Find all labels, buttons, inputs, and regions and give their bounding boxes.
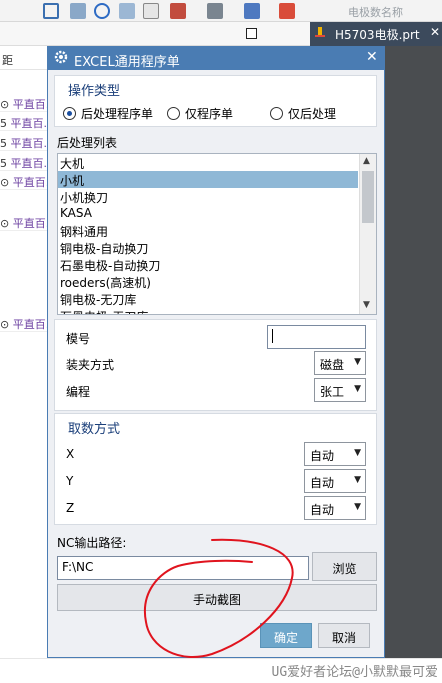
group-title: 操作类型	[68, 84, 121, 99]
clamp-label: 装夹方式	[66, 358, 115, 372]
list-item[interactable]: 铜电极-无刀库	[58, 290, 358, 307]
cube-icon[interactable]	[244, 3, 260, 19]
ok-button[interactable]: 确定	[260, 623, 312, 648]
mold-number-input[interactable]	[267, 325, 366, 349]
list-item[interactable]: ⊙ 平直百.	[0, 171, 48, 190]
select-icon[interactable]	[70, 3, 86, 19]
radio-empty-icon	[270, 106, 283, 120]
list-item[interactable]: 石墨电极-无刀库	[58, 307, 358, 314]
radio-label: 仅程序单	[185, 106, 234, 121]
list-item[interactable]: 5 平直百.	[0, 152, 48, 171]
radio-post-only[interactable]: 仅后处理	[270, 105, 336, 121]
scroll-down-icon[interactable]: ▼	[363, 300, 370, 310]
mold-label: 模号	[66, 332, 91, 346]
excel-program-dialog: EXCEL通用程序单 ✕ 操作类型 后处理程序单 仅程序单 仅后处理 后处理列表…	[47, 46, 385, 658]
radio-program-only[interactable]: 仅程序单	[167, 105, 233, 121]
chevron-down-icon: ▼	[354, 475, 361, 485]
toolbar-label: 电极数名称	[348, 6, 403, 19]
axis-x-label: X	[66, 447, 75, 461]
axis-x-select[interactable]: 自动 ▼	[304, 442, 366, 466]
axis-y-select[interactable]: 自动 ▼	[304, 469, 366, 493]
watermark: UG爱好者论坛@小默默最可爱	[271, 665, 438, 680]
brush-icon[interactable]	[119, 3, 135, 19]
copy-icon[interactable]	[143, 3, 159, 19]
browse-button[interactable]: 浏览	[312, 552, 377, 581]
list-item[interactable]: KASA	[58, 205, 358, 222]
axis-y-label: Y	[66, 474, 74, 488]
pin-icon	[315, 27, 325, 37]
dialog-title: EXCEL通用程序单	[74, 55, 180, 70]
square-icon[interactable]	[246, 28, 257, 39]
operation-list: 距 ⊙ 平直百. 5 平直百. 5 平直百. 5 平直百. ⊙ 平直百. ⊙ 平…	[0, 46, 48, 658]
programmer-select[interactable]: 张工 ▼	[314, 378, 366, 402]
programmer-label: 编程	[66, 385, 91, 399]
chevron-down-icon: ▼	[354, 357, 361, 367]
list-item[interactable]: 小机换刀	[58, 188, 358, 205]
operation-type-group: 操作类型 后处理程序单 仅程序单 仅后处理	[54, 75, 377, 127]
close-icon[interactable]: ✕	[366, 49, 378, 65]
nc-output-label: NC输出路径:	[57, 536, 127, 550]
clamp-select[interactable]: 磁盘 ▼	[314, 351, 366, 375]
radio-empty-icon	[167, 106, 180, 120]
chevron-down-icon: ▼	[354, 448, 361, 458]
axis-z-select[interactable]: 自动 ▼	[304, 496, 366, 520]
list-item[interactable]: ⊙ 平直百.	[0, 212, 48, 231]
nc-path-input[interactable]: F:\NC	[57, 556, 309, 580]
list-item[interactable]: ⊙ 平直百.	[0, 93, 48, 112]
chevron-down-icon: ▼	[354, 384, 361, 394]
grid-icon[interactable]	[170, 3, 186, 19]
list-item[interactable]: 大机	[58, 154, 358, 171]
gear-icon	[54, 50, 68, 64]
scroll-up-icon[interactable]: ▲	[363, 156, 370, 166]
radio-selected-icon	[63, 106, 76, 120]
radio-label: 后处理程序单	[81, 106, 154, 121]
tab-title: H5703电极.prt	[335, 28, 420, 42]
dialog-title-bar[interactable]: EXCEL通用程序单 ✕	[48, 47, 384, 70]
radio-post-program[interactable]: 后处理程序单	[63, 105, 153, 121]
document-tab[interactable]: H5703电极.prt ✕	[310, 22, 442, 46]
scroll-thumb[interactable]	[362, 171, 374, 223]
axis-z-label: Z	[66, 501, 75, 515]
list-item-selected[interactable]: 小机	[58, 171, 358, 188]
graphics-window[interactable]	[384, 46, 442, 658]
post-processor-list[interactable]: 大机 小机 小机换刀 KASA 钢料通用 铜电极-自动换刀 石墨电极-自动换刀 …	[57, 153, 377, 315]
radio-label: 仅后处理	[288, 106, 337, 121]
list-scrollbar[interactable]: ▲ ▼	[359, 154, 376, 314]
column-header: 距	[0, 46, 48, 70]
list-item[interactable]: 5 平直百.	[0, 112, 48, 131]
app-toolbar: 电极数名称	[0, 0, 442, 22]
cancel-button[interactable]: 取消	[318, 623, 370, 648]
info-group: 模号 装夹方式 磁盘 ▼ 编程 张工 ▼	[54, 319, 377, 411]
list-item[interactable]: ⊙ 平直百.	[0, 313, 48, 332]
find-icon[interactable]	[43, 3, 59, 19]
tab-close-icon[interactable]: ✕	[430, 25, 440, 39]
layer-icon[interactable]	[207, 3, 223, 19]
list-item[interactable]: 钢料通用	[58, 222, 358, 239]
list-item[interactable]: 石墨电极-自动换刀	[58, 256, 358, 273]
manual-screenshot-button[interactable]: 手动截图	[57, 584, 377, 611]
chevron-down-icon: ▼	[354, 502, 361, 512]
list-item[interactable]: 铜电极-自动换刀	[58, 239, 358, 256]
refresh-icon[interactable]	[94, 3, 110, 19]
text-caret	[272, 329, 273, 343]
sampling-group: 取数方式 X 自动 ▼ Y 自动 ▼ Z 自动 ▼	[54, 413, 377, 525]
arrows-icon[interactable]	[279, 3, 295, 19]
group-title: 取数方式	[68, 422, 121, 437]
list-item[interactable]: roeders(高速机)	[58, 273, 358, 290]
post-list-label: 后处理列表	[57, 136, 118, 150]
dialog-body: 操作类型 后处理程序单 仅程序单 仅后处理 后处理列表 大机 小机 小机换刀 K…	[48, 70, 384, 657]
list-item[interactable]: 5 平直百.	[0, 132, 48, 151]
